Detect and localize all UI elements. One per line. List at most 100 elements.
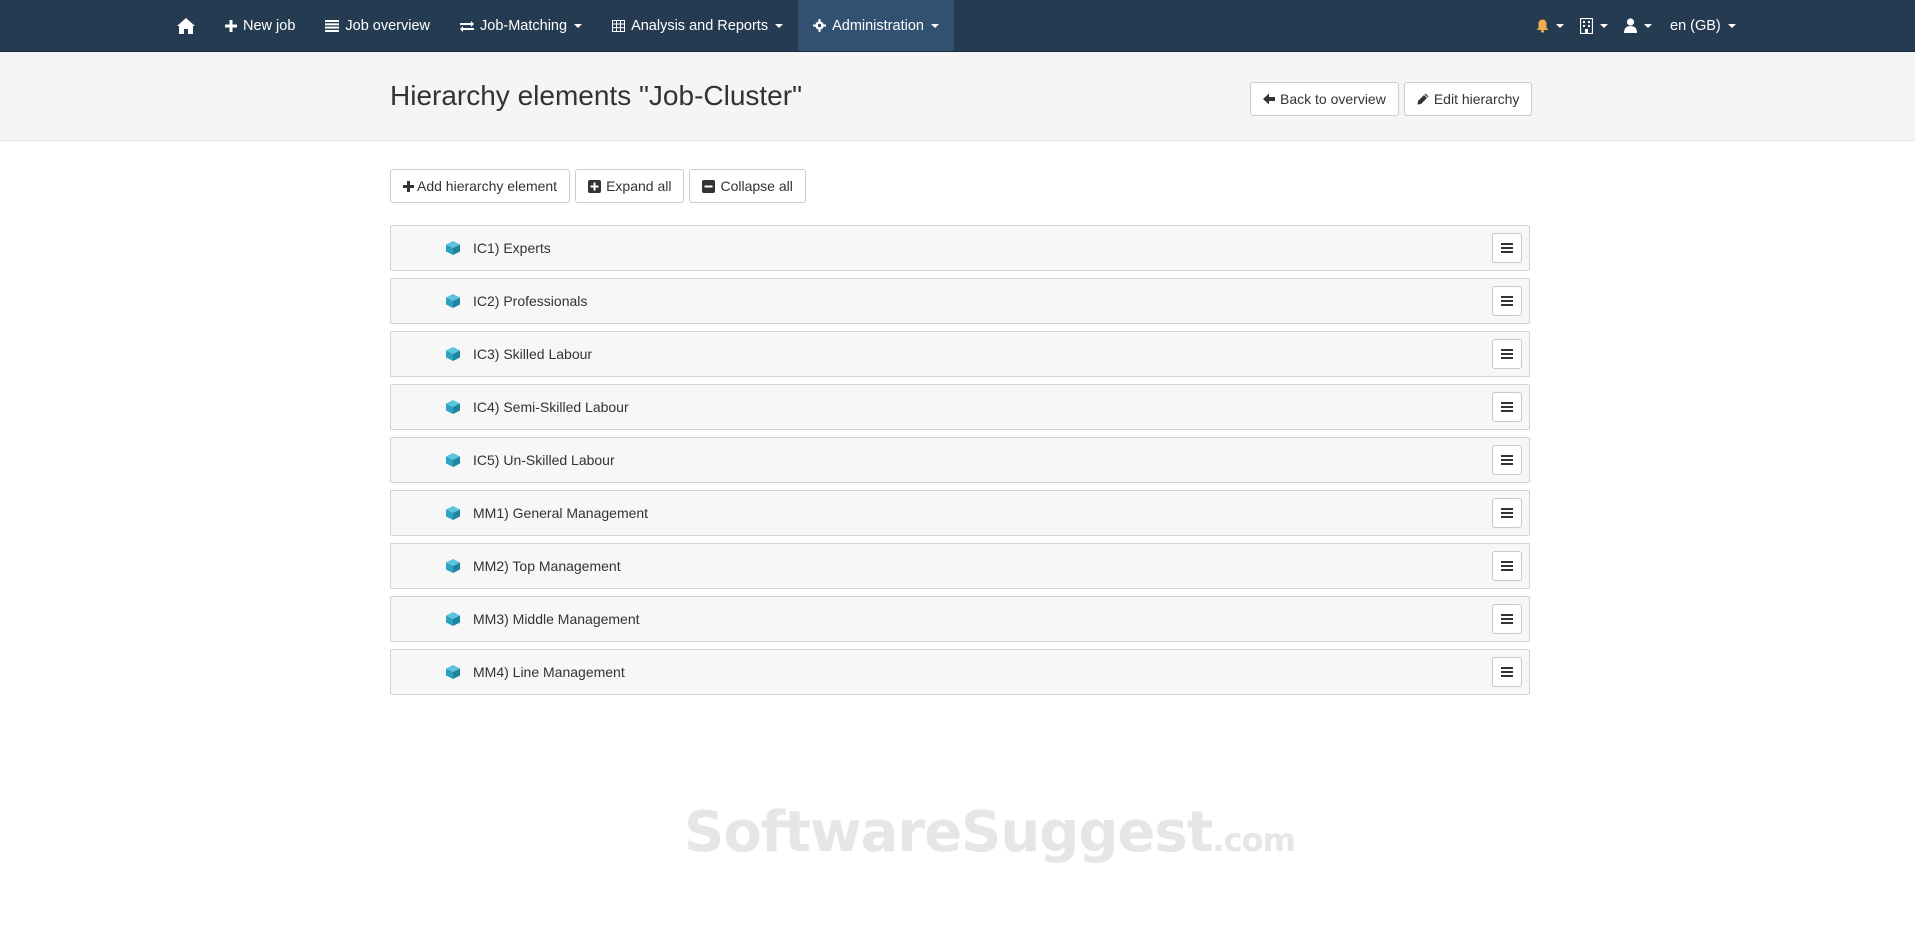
row-menu-button[interactable] <box>1492 551 1522 581</box>
home-icon <box>176 17 196 35</box>
hierarchy-element-list: IC1) Experts IC2) Professionals IC3) Skill… <box>390 225 1530 702</box>
hierarchy-element-label[interactable]: IC3) Skilled Labour <box>473 346 592 362</box>
nav-job-overview-label: Job overview <box>345 17 431 34</box>
hierarchy-element-label[interactable]: MM3) Middle Management <box>473 611 640 627</box>
expand-all-button[interactable]: Expand all <box>575 169 685 203</box>
hierarchy-element-row[interactable]: MM4) Line Management <box>390 649 1530 695</box>
hamburger-icon <box>1501 508 1513 518</box>
hierarchy-toolbar: Add hierarchy element Expand all Collaps… <box>390 169 806 203</box>
gear-icon <box>813 19 827 32</box>
hierarchy-element-label[interactable]: MM4) Line Management <box>473 664 625 680</box>
back-to-overview-button[interactable]: Back to overview <box>1250 82 1399 116</box>
cube-icon <box>445 399 461 415</box>
table-icon <box>612 19 626 32</box>
chevron-down-icon <box>1556 23 1564 28</box>
add-hierarchy-element-button[interactable]: Add hierarchy element <box>390 169 571 203</box>
hamburger-icon <box>1501 402 1513 412</box>
nav-right: en (GB) <box>1528 0 1744 51</box>
watermark-suffix: .com <box>1212 821 1296 859</box>
chevron-down-icon <box>930 23 939 28</box>
nav-job-matching-label: Job-Matching <box>480 17 568 34</box>
nav-job-matching[interactable]: Job-Matching <box>445 0 597 51</box>
cube-icon <box>445 664 461 680</box>
user-menu-button[interactable] <box>1616 0 1660 51</box>
building-icon <box>1580 17 1593 34</box>
hamburger-icon <box>1501 455 1513 465</box>
hierarchy-element-row[interactable]: IC1) Experts <box>390 225 1530 271</box>
hierarchy-element-label[interactable]: IC2) Professionals <box>473 293 587 309</box>
nav-administration[interactable]: Administration <box>798 0 954 51</box>
hierarchy-element-label[interactable]: IC5) Un-Skilled Labour <box>473 452 615 468</box>
nav-new-job[interactable]: New job <box>210 0 310 51</box>
back-to-overview-label: Back to overview <box>1280 91 1386 107</box>
bell-icon <box>1536 19 1549 33</box>
nav-analysis-reports-label: Analysis and Reports <box>631 17 769 34</box>
nav-left: New job Job overview Job-Matching Analys… <box>164 0 954 51</box>
hierarchy-element-label[interactable]: MM2) Top Management <box>473 558 621 574</box>
cube-icon <box>445 452 461 468</box>
collapse-all-button[interactable]: Collapse all <box>689 169 806 203</box>
hierarchy-element-row[interactable]: IC2) Professionals <box>390 278 1530 324</box>
cube-icon <box>445 346 461 362</box>
notifications-button[interactable] <box>1528 0 1572 51</box>
pencil-icon <box>1417 93 1429 105</box>
hamburger-icon <box>1501 614 1513 624</box>
hierarchy-element-row[interactable]: IC5) Un-Skilled Labour <box>390 437 1530 483</box>
nav-analysis-reports[interactable]: Analysis and Reports <box>597 0 798 51</box>
chevron-down-icon <box>1727 23 1736 28</box>
collapse-all-label: Collapse all <box>720 178 793 194</box>
row-menu-button[interactable] <box>1492 392 1522 422</box>
watermark: SoftwareSuggest.com <box>684 800 1296 865</box>
page-title: Hierarchy elements "Job-Cluster" <box>390 80 803 111</box>
nav-job-overview[interactable]: Job overview <box>310 0 445 51</box>
row-menu-button[interactable] <box>1492 498 1522 528</box>
row-menu-button[interactable] <box>1492 339 1522 369</box>
expand-all-label: Expand all <box>606 178 672 194</box>
cube-icon <box>445 611 461 627</box>
row-menu-button[interactable] <box>1492 657 1522 687</box>
chevron-down-icon <box>1600 23 1608 28</box>
user-icon <box>1624 18 1637 33</box>
hamburger-icon <box>1501 561 1513 571</box>
cube-icon <box>445 293 461 309</box>
company-button[interactable] <box>1572 0 1616 51</box>
minus-square-icon <box>702 179 716 193</box>
cube-icon <box>445 240 461 256</box>
top-navbar: New job Job overview Job-Matching Analys… <box>0 0 1915 52</box>
plus-icon <box>225 19 237 32</box>
page-header: Hierarchy elements "Job-Cluster" Back to… <box>0 52 1915 141</box>
plus-square-icon <box>588 179 602 193</box>
arrow-left-icon <box>1263 93 1275 105</box>
hierarchy-element-label[interactable]: IC1) Experts <box>473 240 551 256</box>
nav-administration-label: Administration <box>832 17 924 34</box>
watermark-main: SoftwareSuggest <box>684 800 1214 865</box>
hierarchy-element-row[interactable]: MM2) Top Management <box>390 543 1530 589</box>
chevron-down-icon <box>574 23 583 28</box>
hierarchy-element-row[interactable]: MM1) General Management <box>390 490 1530 536</box>
language-selector[interactable]: en (GB) <box>1660 0 1744 51</box>
cube-icon <box>445 505 461 521</box>
exchange-icon <box>460 20 475 32</box>
hamburger-icon <box>1501 296 1513 306</box>
home-button[interactable] <box>164 0 210 51</box>
header-actions: Back to overview Edit hierarchy <box>1250 82 1533 116</box>
hierarchy-element-row[interactable]: MM3) Middle Management <box>390 596 1530 642</box>
add-hierarchy-element-label: Add hierarchy element <box>417 178 558 194</box>
hierarchy-element-row[interactable]: IC3) Skilled Labour <box>390 331 1530 377</box>
plus-icon <box>403 180 414 192</box>
row-menu-button[interactable] <box>1492 604 1522 634</box>
edit-hierarchy-label: Edit hierarchy <box>1433 91 1520 107</box>
hierarchy-element-label[interactable]: MM1) General Management <box>473 505 648 521</box>
row-menu-button[interactable] <box>1492 445 1522 475</box>
hierarchy-element-row[interactable]: IC4) Semi-Skilled Labour <box>390 384 1530 430</box>
list-icon <box>325 19 340 32</box>
hierarchy-element-label[interactable]: IC4) Semi-Skilled Labour <box>473 399 629 415</box>
row-menu-button[interactable] <box>1492 286 1522 316</box>
edit-hierarchy-button[interactable]: Edit hierarchy <box>1403 82 1533 116</box>
nav-new-job-label: New job <box>243 17 296 34</box>
hamburger-icon <box>1501 349 1513 359</box>
language-label: en (GB) <box>1670 17 1721 34</box>
chevron-down-icon <box>1644 23 1652 28</box>
chevron-down-icon <box>775 23 784 28</box>
row-menu-button[interactable] <box>1492 233 1522 263</box>
